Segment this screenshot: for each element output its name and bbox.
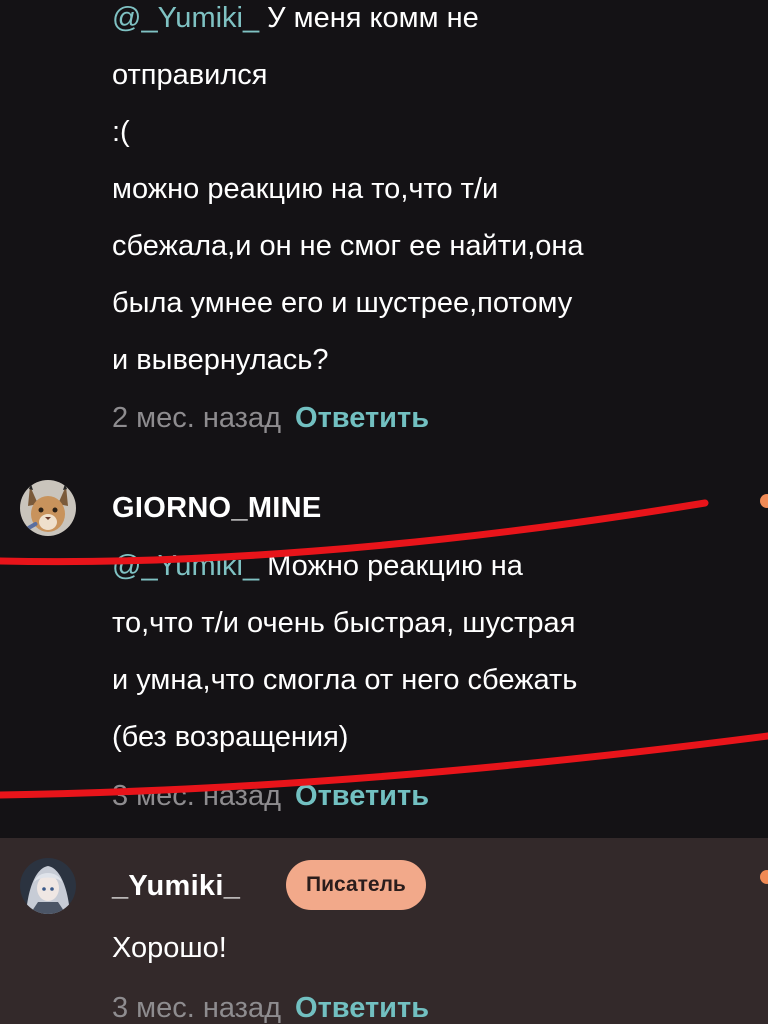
comment-body: @_Yumiki_ У меня комм не отправился :( м… [112,0,712,389]
comment-meta: 3 мес. назад Ответить [112,780,429,813]
caracal-avatar-icon [20,480,76,536]
more-menu-dot-icon[interactable] [760,870,768,884]
reply-button[interactable]: Ответить [295,992,429,1024]
comment-text: У меня комм не отправился :( можно реакц… [112,2,584,376]
comment-item: GIORNO_MINE @_Yumiki_ Можно реакцию на т… [0,468,768,838]
comment-time: 3 мес. назад [112,780,282,812]
mention-link[interactable]: @_Yumiki_ [112,550,259,582]
reply-button[interactable]: Ответить [295,780,429,812]
comment-body: @_Yumiki_ Можно реакцию на то,что т/и оч… [112,538,712,766]
anime-girl-avatar-icon [20,858,76,914]
comment-item: @_Yumiki_ У меня комм не отправился :( м… [0,0,768,468]
comment-text: Хорошо! [112,932,227,964]
more-menu-dot-icon[interactable] [760,494,768,508]
comment-meta: 3 мес. назад Ответить [112,992,429,1024]
avatar[interactable] [20,480,76,536]
mention-link[interactable]: @_Yumiki_ [112,2,259,34]
username[interactable]: _Yumiki_ [112,870,240,903]
comment-item-highlighted: _Yumiki_ Писатель Хорошо! 3 мес. назад От… [0,838,768,1024]
avatar[interactable] [20,858,76,914]
writer-badge: Писатель [286,860,426,910]
comments-screen: @_Yumiki_ У меня комм не отправился :( м… [0,0,768,1024]
reply-button[interactable]: Ответить [295,402,429,434]
comment-time: 2 мес. назад [112,402,282,434]
comment-meta: 2 мес. назад Ответить [112,402,429,435]
username[interactable]: GIORNO_MINE [112,492,322,525]
comment-time: 3 мес. назад [112,992,282,1024]
